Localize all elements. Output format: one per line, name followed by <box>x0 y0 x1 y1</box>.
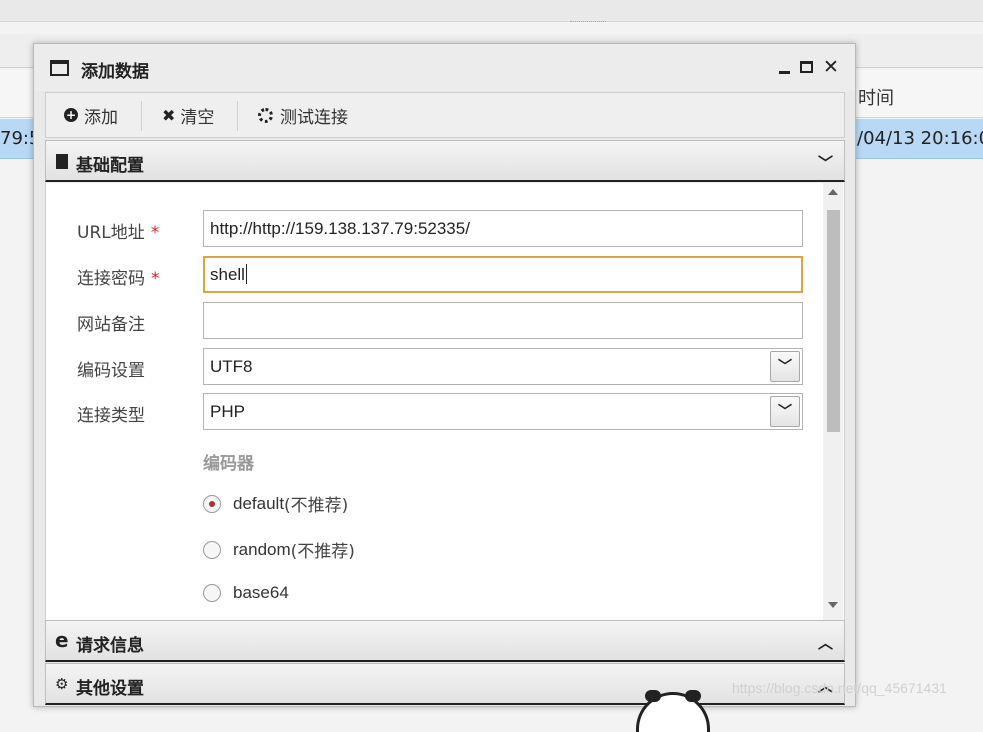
dialog-titlebar[interactable]: 添加数据 ✕ <box>34 44 855 91</box>
password-input[interactable]: shell <box>203 256 803 293</box>
encoder-option-default[interactable]: default (不推荐) <box>203 491 348 516</box>
chevron-down-icon[interactable]: ﹀ <box>770 396 800 427</box>
scroll-up-arrow-icon[interactable] <box>828 189 838 195</box>
test-connection-button[interactable]: 测试连接 <box>258 93 348 137</box>
encoder-title: 编码器 <box>203 454 254 474</box>
chevron-down-icon: ﹀ <box>818 154 834 172</box>
chevron-up-icon: ︿ <box>818 634 834 652</box>
encoding-selected-value: UTF8 <box>210 357 253 376</box>
window-icon <box>50 60 69 76</box>
section-other-settings[interactable]: ⚙ 其他设置 ︿ <box>45 663 845 705</box>
scrollbar-thumb[interactable] <box>827 210 840 432</box>
maximize-button[interactable] <box>798 57 816 77</box>
section-basic-label: 基础配置 <box>76 156 144 176</box>
section-basic-config[interactable]: 基础配置 ﹀ <box>45 140 845 182</box>
type-label: 连接类型 <box>77 406 145 426</box>
chevron-down-icon[interactable]: ﹀ <box>770 351 800 382</box>
text-caret <box>245 264 247 284</box>
encoding-select[interactable]: UTF8 ﹀ <box>203 348 803 385</box>
maximize-icon <box>800 61 813 73</box>
section-request-label: 请求信息 <box>76 636 144 656</box>
radio-unchecked[interactable] <box>203 540 221 559</box>
minimize-button[interactable] <box>777 57 795 77</box>
basic-config-form: URL地址 * http://http://159.138.137.79:5233… <box>45 183 845 620</box>
close-button[interactable]: ✕ <box>822 57 840 77</box>
add-data-dialog: 添加数据 ✕ + 添加 ✖ 清空 测试连接 基础配置 ﹀ URL地址 * htt… <box>33 43 856 707</box>
password-label: 连接密码 * <box>77 264 160 289</box>
section-request-info[interactable]: e 请求信息 ︿ <box>45 620 845 662</box>
background-top-bar <box>0 0 983 22</box>
clear-button[interactable]: ✖ 清空 <box>162 93 214 137</box>
panda-ear <box>645 690 661 702</box>
type-select[interactable]: PHP ﹀ <box>203 393 803 430</box>
add-button[interactable]: + 添加 <box>64 93 118 137</box>
url-input[interactable]: http://http://159.138.137.79:52335/ <box>203 210 803 247</box>
add-button-label: 添加 <box>84 107 118 128</box>
encoding-label: 编码设置 <box>77 361 145 381</box>
radio-checked[interactable] <box>203 494 221 513</box>
form-scrollbar[interactable] <box>823 183 843 620</box>
minimize-icon <box>779 71 790 74</box>
password-label-text: 连接密码 <box>77 269 145 289</box>
gears-icon: ⚙ <box>55 675 69 693</box>
type-selected-value: PHP <box>210 402 245 421</box>
encoder-option-random[interactable]: random (不推荐) <box>203 537 355 562</box>
plus-circle-icon: + <box>64 108 78 122</box>
required-star: * <box>151 269 160 289</box>
edge-browser-icon: e <box>55 628 69 652</box>
cross-icon: ✖ <box>162 105 176 125</box>
scroll-down-arrow-icon[interactable] <box>828 602 838 608</box>
encoder-option-name: base64 <box>233 583 289 602</box>
note-label: 网站备注 <box>77 315 145 335</box>
document-icon <box>56 154 68 169</box>
encoder-option-base64[interactable]: base64 <box>203 583 289 603</box>
dialog-title: 添加数据 <box>81 62 149 82</box>
watermark: https://blog.csdn.net/qq_45671431 <box>732 680 947 696</box>
required-star: * <box>150 223 160 243</box>
radio-unchecked[interactable] <box>203 584 221 602</box>
encoder-option-name: default <box>233 493 285 513</box>
encoder-option-note: (不推荐) <box>290 542 355 562</box>
encoder-option-name: random <box>233 539 291 559</box>
note-input[interactable] <box>203 302 803 339</box>
encoder-option-note: (不推荐) <box>284 496 349 516</box>
section-other-label: 其他设置 <box>76 679 144 699</box>
toolbar-divider <box>237 101 238 131</box>
dialog-toolbar: + 添加 ✖ 清空 测试连接 <box>45 92 845 138</box>
clear-button-label: 清空 <box>180 107 215 128</box>
table-cell-time: /04/13 20:16:0 <box>857 128 983 149</box>
password-value: shell <box>210 265 245 284</box>
column-header-time[interactable]: 时间 <box>858 84 894 110</box>
splitter-handle[interactable] <box>570 21 606 23</box>
panda-mascot <box>636 690 710 732</box>
test-connection-label: 测试连接 <box>280 107 348 128</box>
url-label: URL地址 * <box>77 218 159 243</box>
toolbar-divider <box>141 101 142 131</box>
spinner-icon <box>258 107 273 123</box>
panda-ear <box>685 690 701 702</box>
url-label-text: URL地址 <box>77 223 145 243</box>
